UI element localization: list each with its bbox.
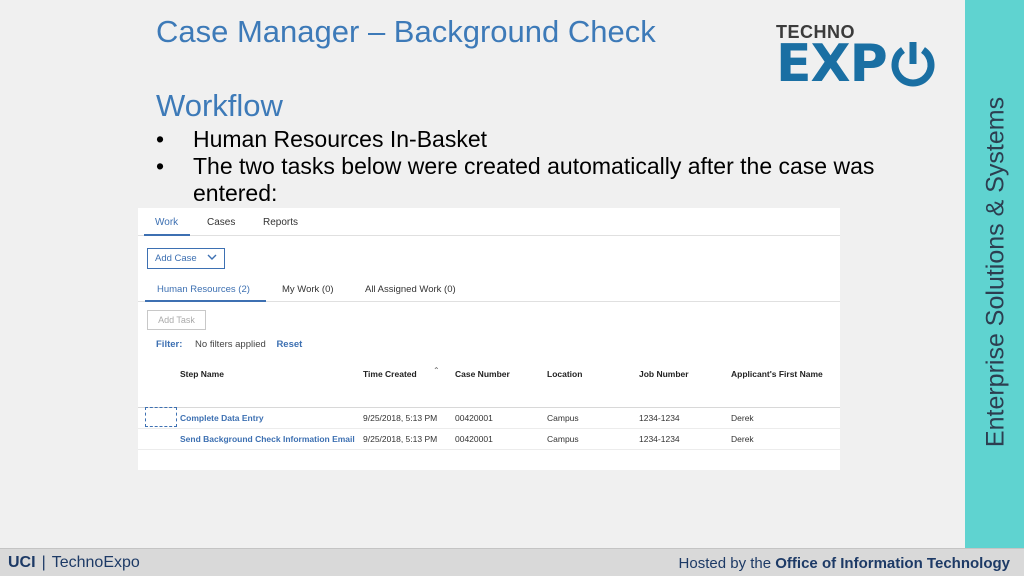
footer-right: Hosted by the Office of Information Tech… [679,555,1010,572]
location-cell: Campus [547,434,579,444]
bullet-item: • Human Resources In-Basket [156,126,916,153]
slide-title: Case Manager – Background Check [156,14,656,49]
applicant-first-name-cell: Derek [731,434,754,444]
chevron-down-icon [207,254,217,260]
bullet-text: Human Resources In-Basket [193,126,488,152]
case-number-cell: 00420001 [455,413,493,423]
hosted-prefix: Hosted by the [678,555,772,572]
tab-reports[interactable]: Reports [263,217,298,228]
tab-all-assigned-work[interactable]: All Assigned Work (0) [365,284,456,295]
column-step-name[interactable]: Step Name [180,369,224,379]
hosted-org: Office of Information Technology [775,555,1010,572]
add-case-button[interactable]: Add Case [147,248,225,269]
job-number-cell: 1234-1234 [639,434,680,444]
sort-icon[interactable]: ⌃ [433,366,440,375]
filter-label: Filter: [156,339,183,350]
tab-my-work[interactable]: My Work (0) [282,284,334,295]
step-name-link[interactable]: Send Background Check Information Email [180,434,355,444]
job-number-cell: 1234-1234 [639,413,680,423]
top-nav: Work Cases Reports [138,208,840,236]
techno-expo-logo: TECHNO EXP [776,22,951,92]
tab-cases[interactable]: Cases [207,217,235,228]
column-time-created[interactable]: Time Created [363,369,417,379]
bullet-list: • Human Resources In-Basket • The two ta… [156,126,916,207]
filter-value: No filters applied [195,339,266,350]
add-task-button[interactable]: Add Task [147,310,206,330]
bullet-item: • The two tasks below were created autom… [156,153,916,207]
step-name-link[interactable]: Complete Data Entry [180,413,264,423]
footer-org: TechnoExpo [51,554,140,571]
tab-work[interactable]: Work [155,217,178,228]
column-case-number[interactable]: Case Number [455,369,510,379]
side-band-text: Enterprise Solutions & Systems [981,96,1010,448]
active-subtab-indicator [145,300,266,302]
location-cell: Campus [547,413,579,423]
logo-main-letters: EXP [776,34,888,94]
applicant-first-name-cell: Derek [731,413,754,423]
table-header: Step Name Time Created ⌃ Case Number Loc… [138,358,840,408]
logo-main-text: EXP [776,36,937,92]
time-created-cell: 9/25/2018, 5:13 PM [363,434,438,444]
power-icon [891,42,935,87]
inbasket-tabs: Human Resources (2) My Work (0) All Assi… [138,278,840,302]
footer: UCI | TechnoExpo Hosted by the Office of I… [0,548,1024,576]
active-tab-indicator [144,234,190,236]
footer-left: UCI | TechnoExpo [8,554,140,572]
case-number-cell: 00420001 [455,434,493,444]
bullet-glyph: • [156,153,165,179]
table-row[interactable]: Complete Data Entry 9/25/2018, 5:13 PM 0… [138,408,840,429]
column-applicant-first-name[interactable]: Applicant's First Name [731,369,823,379]
section-heading: Workflow [156,88,283,123]
filter-reset-link[interactable]: Reset [276,339,302,350]
time-created-cell: 9/25/2018, 5:13 PM [363,413,438,423]
filter-row: Filter: No filters applied Reset [156,339,302,350]
uci-label: UCI [8,554,36,571]
tab-human-resources[interactable]: Human Resources (2) [157,284,250,295]
column-location[interactable]: Location [547,369,582,379]
add-case-label: Add Case [155,253,197,264]
footer-separator: | [41,554,46,571]
bullet-glyph: • [156,126,165,152]
column-job-number[interactable]: Job Number [639,369,689,379]
bullet-text: The two tasks below were created automat… [193,153,875,206]
case-manager-screenshot: Work Cases Reports Add Case Human Resour… [138,208,840,470]
table-row[interactable]: Send Background Check Information Email … [138,429,840,450]
row-focus-indicator [145,407,177,427]
